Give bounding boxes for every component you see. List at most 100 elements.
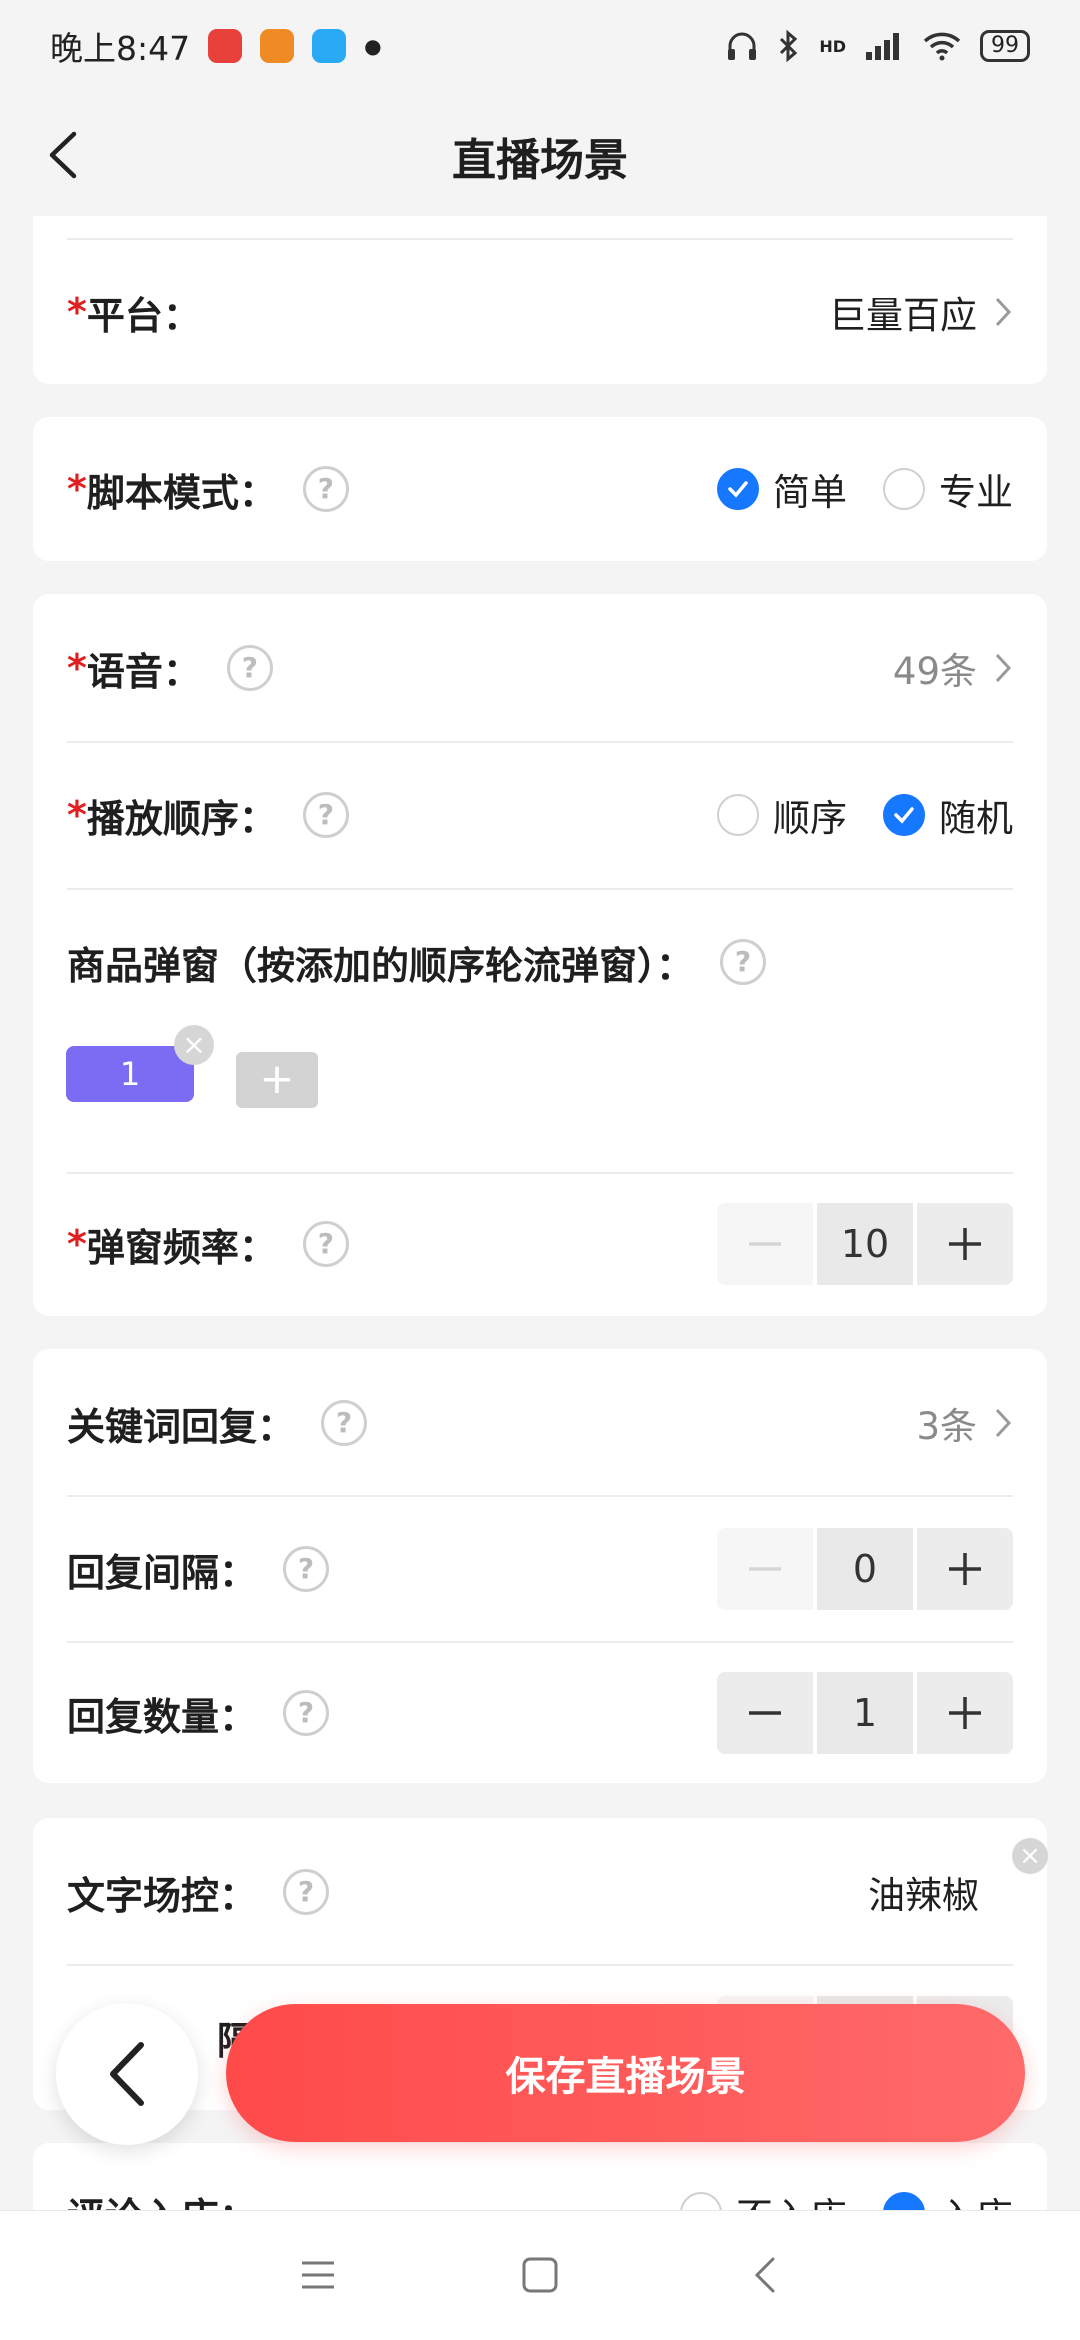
reply-interval-value[interactable]: 0 bbox=[817, 1528, 913, 1610]
required-mark: * bbox=[67, 467, 87, 511]
radio-label-sequential[interactable]: 顺序 bbox=[773, 788, 847, 842]
divider bbox=[67, 1495, 1013, 1497]
system-nav-bar bbox=[0, 2210, 1080, 2340]
play-order-label: * 播放顺序： ? bbox=[67, 788, 349, 843]
help-icon[interactable]: ? bbox=[283, 1690, 330, 1736]
increment-button[interactable] bbox=[917, 1203, 1013, 1285]
radio-random[interactable] bbox=[883, 794, 925, 836]
divider bbox=[67, 1964, 1013, 1966]
voice-label-text: 语音： bbox=[86, 649, 201, 694]
product-popup-label-text: 商品弹窗（按添加的顺序轮流弹窗）： bbox=[67, 943, 695, 988]
bluetooth-icon bbox=[780, 29, 798, 63]
keyword-reply-label: 关键词回复： ? bbox=[67, 1396, 368, 1451]
script-mode-label: * 脚本模式： ? bbox=[67, 462, 349, 517]
plus-icon bbox=[949, 1553, 981, 1585]
check-icon bbox=[894, 807, 914, 824]
product-chip[interactable]: 1 bbox=[66, 1046, 194, 1102]
help-icon[interactable]: ? bbox=[321, 1400, 368, 1446]
add-product-button[interactable]: + bbox=[236, 1052, 318, 1108]
help-icon[interactable]: ? bbox=[226, 645, 273, 691]
radio-label-simple[interactable]: 简单 bbox=[773, 462, 847, 516]
status-time: 晚上8:47 bbox=[50, 29, 191, 68]
increment-button[interactable] bbox=[917, 1672, 1013, 1754]
platform-value: 巨量百应 bbox=[829, 294, 977, 337]
back-arrow-icon[interactable] bbox=[40, 130, 90, 180]
reply-interval-stepper: 0 bbox=[717, 1528, 1013, 1610]
platform-row[interactable]: * 平台： 巨量百应 bbox=[67, 272, 1013, 352]
keyword-reply-label-text: 关键词回复： bbox=[67, 1404, 296, 1449]
radio-simple[interactable] bbox=[717, 468, 759, 510]
keyword-reply-row[interactable]: 关键词回复： ? 3条 bbox=[67, 1383, 1013, 1463]
text-control-label: 文字场控： ? bbox=[67, 1865, 330, 1920]
reply-count-value[interactable]: 1 bbox=[817, 1672, 913, 1754]
clear-text-icon[interactable]: × bbox=[1012, 1838, 1048, 1874]
reply-interval-label-text: 回复间隔： bbox=[67, 1550, 258, 1595]
divider bbox=[67, 741, 1013, 743]
voice-count: 49条 bbox=[892, 650, 977, 693]
script-mode-card: * 脚本模式： ? 简单 专业 bbox=[33, 417, 1047, 561]
plus-icon bbox=[949, 1228, 981, 1260]
chevron-right-icon bbox=[995, 297, 1012, 327]
keyword-reply-count: 3条 bbox=[916, 1405, 977, 1448]
app-notification-icon bbox=[260, 29, 295, 63]
chip-remove-icon[interactable]: × bbox=[174, 1025, 214, 1065]
platform-value-group[interactable]: 巨量百应 bbox=[829, 285, 1013, 339]
required-mark: * bbox=[67, 1222, 87, 1266]
system-back-icon[interactable] bbox=[745, 2253, 789, 2297]
more-notifications-dot-icon: ● bbox=[364, 34, 382, 58]
radio-sequential[interactable] bbox=[717, 794, 759, 836]
required-mark: * bbox=[67, 646, 87, 690]
text-control-value[interactable]: 油辣椒 bbox=[868, 1865, 979, 1919]
text-control-value-group[interactable]: 油辣椒 bbox=[868, 1865, 979, 1919]
minus-icon bbox=[749, 1711, 781, 1715]
help-icon[interactable]: ? bbox=[302, 466, 349, 512]
hd-label: HD bbox=[819, 36, 846, 56]
voice-label: * 语音： ? bbox=[67, 641, 273, 696]
play-order-row: * 播放顺序： ? 顺序 随机 bbox=[67, 775, 1013, 855]
radio-label-pro[interactable]: 专业 bbox=[939, 462, 1013, 516]
divider bbox=[67, 888, 1013, 890]
plus-icon bbox=[949, 1697, 981, 1729]
help-icon[interactable]: ? bbox=[302, 792, 349, 838]
home-icon[interactable] bbox=[518, 2253, 562, 2297]
decrement-button[interactable] bbox=[717, 1672, 813, 1754]
status-bar: 晚上8:47 ● HD 99 bbox=[0, 0, 1080, 92]
radio-pro[interactable] bbox=[883, 468, 925, 510]
product-popup-row: 商品弹窗（按添加的顺序轮流弹窗）： ? bbox=[67, 922, 1013, 1002]
popup-frequency-row: * 弹窗频率： ? 10 bbox=[67, 1203, 1013, 1285]
increment-button[interactable] bbox=[917, 1528, 1013, 1610]
chevron-right-icon bbox=[995, 1408, 1012, 1438]
keyword-reply-value-group[interactable]: 3条 bbox=[916, 1396, 1013, 1450]
popup-frequency-label-text: 弹窗频率： bbox=[86, 1225, 277, 1270]
decrement-button[interactable] bbox=[717, 1203, 813, 1285]
reply-count-label: 回复数量： ? bbox=[67, 1686, 330, 1741]
reply-count-label-text: 回复数量： bbox=[67, 1694, 258, 1739]
headphone-icon bbox=[728, 32, 757, 60]
floating-back-button[interactable] bbox=[56, 2003, 198, 2145]
divider bbox=[67, 1641, 1013, 1643]
help-icon[interactable]: ? bbox=[720, 939, 767, 985]
voice-value-group[interactable]: 49条 bbox=[893, 641, 1013, 695]
back-arrow-icon bbox=[110, 2042, 144, 2106]
menu-icon[interactable] bbox=[296, 2253, 340, 2297]
popup-frequency-stepper: 10 bbox=[717, 1203, 1013, 1285]
decrement-button[interactable] bbox=[717, 1528, 813, 1610]
play-order-label-text: 播放顺序： bbox=[86, 796, 277, 841]
help-icon[interactable]: ? bbox=[302, 1221, 349, 1267]
help-icon[interactable]: ? bbox=[283, 1869, 330, 1915]
radio-label-random[interactable]: 随机 bbox=[939, 788, 1013, 842]
voice-row[interactable]: * 语音： ? 49条 bbox=[67, 628, 1013, 708]
script-mode-row: * 脚本模式： ? 简单 专业 bbox=[67, 449, 1013, 529]
minus-icon bbox=[749, 1567, 781, 1571]
platform-label-text: 平台： bbox=[86, 293, 201, 338]
text-control-row: 文字场控： ? 油辣椒 bbox=[67, 1852, 1013, 1932]
text-control-label-text: 文字场控： bbox=[67, 1873, 258, 1918]
keyword-reply-card: 关键词回复： ? 3条 回复间隔： ? 0 回复数量： ? 1 bbox=[33, 1349, 1047, 1783]
reply-count-row: 回复数量： ? 1 bbox=[67, 1672, 1013, 1754]
save-scene-button[interactable]: 保存直播场景 bbox=[226, 2004, 1025, 2142]
required-mark: * bbox=[67, 290, 87, 334]
help-icon[interactable]: ? bbox=[283, 1546, 330, 1592]
popup-frequency-label: * 弹窗频率： ? bbox=[67, 1217, 349, 1272]
popup-frequency-value[interactable]: 10 bbox=[817, 1203, 913, 1285]
script-mode-label-text: 脚本模式： bbox=[86, 470, 277, 515]
